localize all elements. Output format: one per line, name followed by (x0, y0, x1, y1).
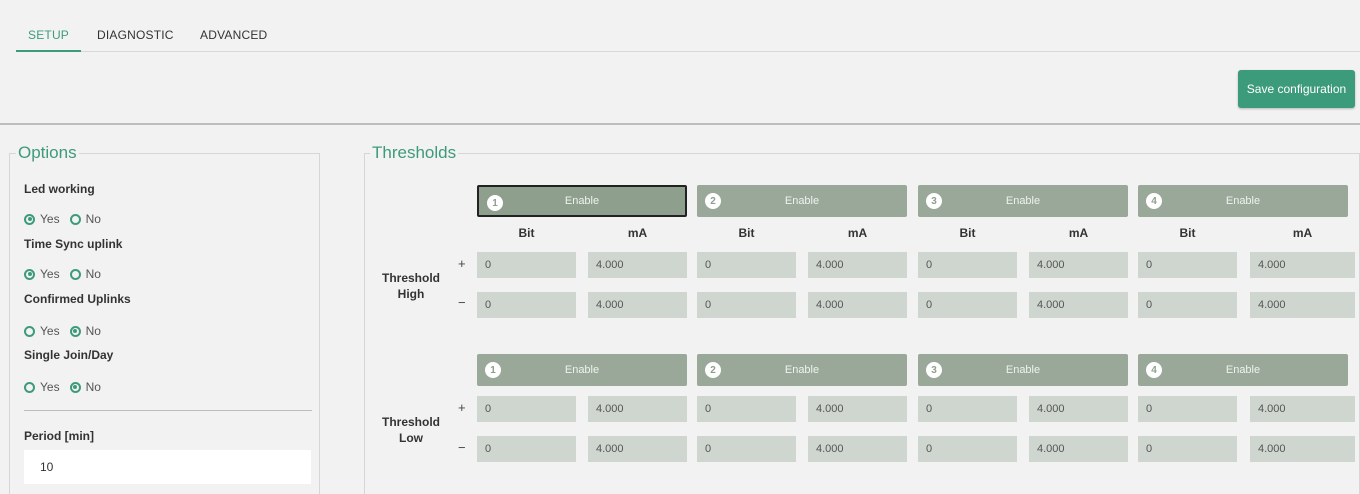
high-enable-button-4[interactable]: 4 Enable (1138, 185, 1348, 217)
period-label: Period [min] (24, 429, 95, 443)
high-plus-bit-2[interactable]: 0 (697, 252, 796, 278)
low-minus-bit-4[interactable]: 0 (1138, 436, 1237, 462)
tab-diagnostic[interactable]: DIAGNOSTIC (97, 28, 174, 42)
confirmed-uplinks-radio-group: Yes No (24, 324, 111, 338)
high-plus-ma-1[interactable]: 4.000 (588, 252, 687, 278)
tab-advanced[interactable]: ADVANCED (200, 28, 267, 42)
high-minus-ma-3[interactable]: 4.000 (1029, 292, 1128, 318)
low-minus-ma-4[interactable]: 4.000 (1250, 436, 1355, 462)
bit-header: Bit (959, 226, 976, 240)
low-minus-bit-2[interactable]: 0 (697, 436, 796, 462)
ma-header: mA (1068, 226, 1089, 240)
low-enable-button-2[interactable]: 2 Enable (697, 354, 907, 386)
threshold-low-label: Threshold Low (381, 415, 440, 445)
thresholds-legend: Thresholds (370, 143, 459, 163)
single-join-day-label: Single Join/Day (24, 348, 114, 362)
channel-3-badge: 3 (926, 193, 942, 209)
high-enable-button-2[interactable]: 2 Enable (697, 185, 907, 217)
low-plus-ma-2[interactable]: 4.000 (808, 396, 907, 422)
high-minus-bit-4[interactable]: 0 (1138, 292, 1237, 318)
time-sync-yes-radio[interactable] (24, 268, 35, 280)
high-minus-ma-1[interactable]: 4.000 (588, 292, 687, 318)
single-join-no-radio[interactable] (69, 381, 81, 393)
ma-header: mA (1292, 226, 1313, 240)
low-minus-bit-1[interactable]: 0 (477, 436, 576, 462)
high-plus-bit-4[interactable]: 0 (1138, 252, 1237, 278)
tab-setup[interactable]: SETUP (28, 28, 69, 42)
plus-sign: + (458, 400, 466, 415)
threshold-high-label: Threshold High (381, 271, 440, 301)
low-enable-button-3[interactable]: 3 Enable (918, 354, 1128, 386)
low-plus-bit-1[interactable]: 0 (477, 396, 576, 422)
high-minus-bit-2[interactable]: 0 (697, 292, 796, 318)
led-working-no-radio[interactable] (69, 213, 81, 225)
plus-sign: + (458, 256, 466, 271)
single-join-yes-radio[interactable] (24, 381, 35, 393)
single-join-day-radio-group: Yes No (24, 380, 111, 394)
low-plus-bit-2[interactable]: 0 (697, 396, 796, 422)
confirmed-uplinks-label: Confirmed Uplinks (24, 292, 131, 306)
channel-4-badge: 4 (1146, 362, 1162, 378)
channel-4-badge: 4 (1146, 193, 1162, 209)
bit-header: Bit (518, 226, 535, 240)
channel-2-badge: 2 (705, 193, 721, 209)
high-enable-button-1[interactable]: 1 Enable (477, 185, 687, 217)
high-plus-ma-2[interactable]: 4.000 (808, 252, 907, 278)
toolbar-divider (0, 123, 1360, 125)
confirmed-uplinks-no-radio[interactable] (69, 325, 81, 337)
high-minus-bit-1[interactable]: 0 (477, 292, 576, 318)
channel-1-badge: 1 (487, 195, 503, 211)
low-plus-bit-3[interactable]: 0 (918, 396, 1017, 422)
bit-header: Bit (1179, 226, 1196, 240)
time-sync-uplink-label: Time Sync uplink (24, 237, 123, 251)
time-sync-uplink-radio-group: Yes No (24, 267, 111, 281)
period-input[interactable] (24, 450, 311, 484)
low-minus-ma-3[interactable]: 4.000 (1029, 436, 1128, 462)
minus-sign: − (458, 295, 466, 310)
low-plus-ma-3[interactable]: 4.000 (1029, 396, 1128, 422)
low-plus-ma-4[interactable]: 4.000 (1250, 396, 1355, 422)
time-sync-no-radio[interactable] (69, 268, 81, 280)
high-plus-bit-1[interactable]: 0 (477, 252, 576, 278)
low-plus-ma-1[interactable]: 4.000 (588, 396, 687, 422)
high-enable-button-3[interactable]: 3 Enable (918, 185, 1128, 217)
low-plus-bit-4[interactable]: 0 (1138, 396, 1237, 422)
channel-2-badge: 2 (705, 362, 721, 378)
low-enable-button-4[interactable]: 4 Enable (1138, 354, 1348, 386)
led-working-radio-group: Yes No (24, 212, 111, 226)
low-minus-ma-1[interactable]: 4.000 (588, 436, 687, 462)
tab-bar: SETUP DIAGNOSTIC ADVANCED (16, 0, 1360, 52)
channel-1-badge: 1 (485, 362, 501, 378)
low-enable-button-1[interactable]: 1 Enable (477, 354, 687, 386)
options-legend: Options (16, 143, 79, 163)
led-working-yes-radio[interactable] (24, 213, 35, 225)
confirmed-uplinks-yes-radio[interactable] (24, 325, 35, 337)
low-minus-bit-3[interactable]: 0 (918, 436, 1017, 462)
high-minus-ma-2[interactable]: 4.000 (808, 292, 907, 318)
high-minus-ma-4[interactable]: 4.000 (1250, 292, 1355, 318)
channel-3-badge: 3 (926, 362, 942, 378)
high-plus-ma-3[interactable]: 4.000 (1029, 252, 1128, 278)
high-minus-bit-3[interactable]: 0 (918, 292, 1017, 318)
high-plus-ma-4[interactable]: 4.000 (1250, 252, 1355, 278)
options-separator (24, 410, 312, 411)
low-minus-ma-2[interactable]: 4.000 (808, 436, 907, 462)
minus-sign: − (458, 440, 466, 455)
ma-header: mA (847, 226, 868, 240)
high-plus-bit-3[interactable]: 0 (918, 252, 1017, 278)
bit-header: Bit (738, 226, 755, 240)
save-configuration-button[interactable]: Save configuration (1238, 70, 1355, 108)
active-tab-indicator (16, 50, 81, 52)
led-working-label: Led working (24, 182, 95, 196)
ma-header: mA (627, 226, 648, 240)
